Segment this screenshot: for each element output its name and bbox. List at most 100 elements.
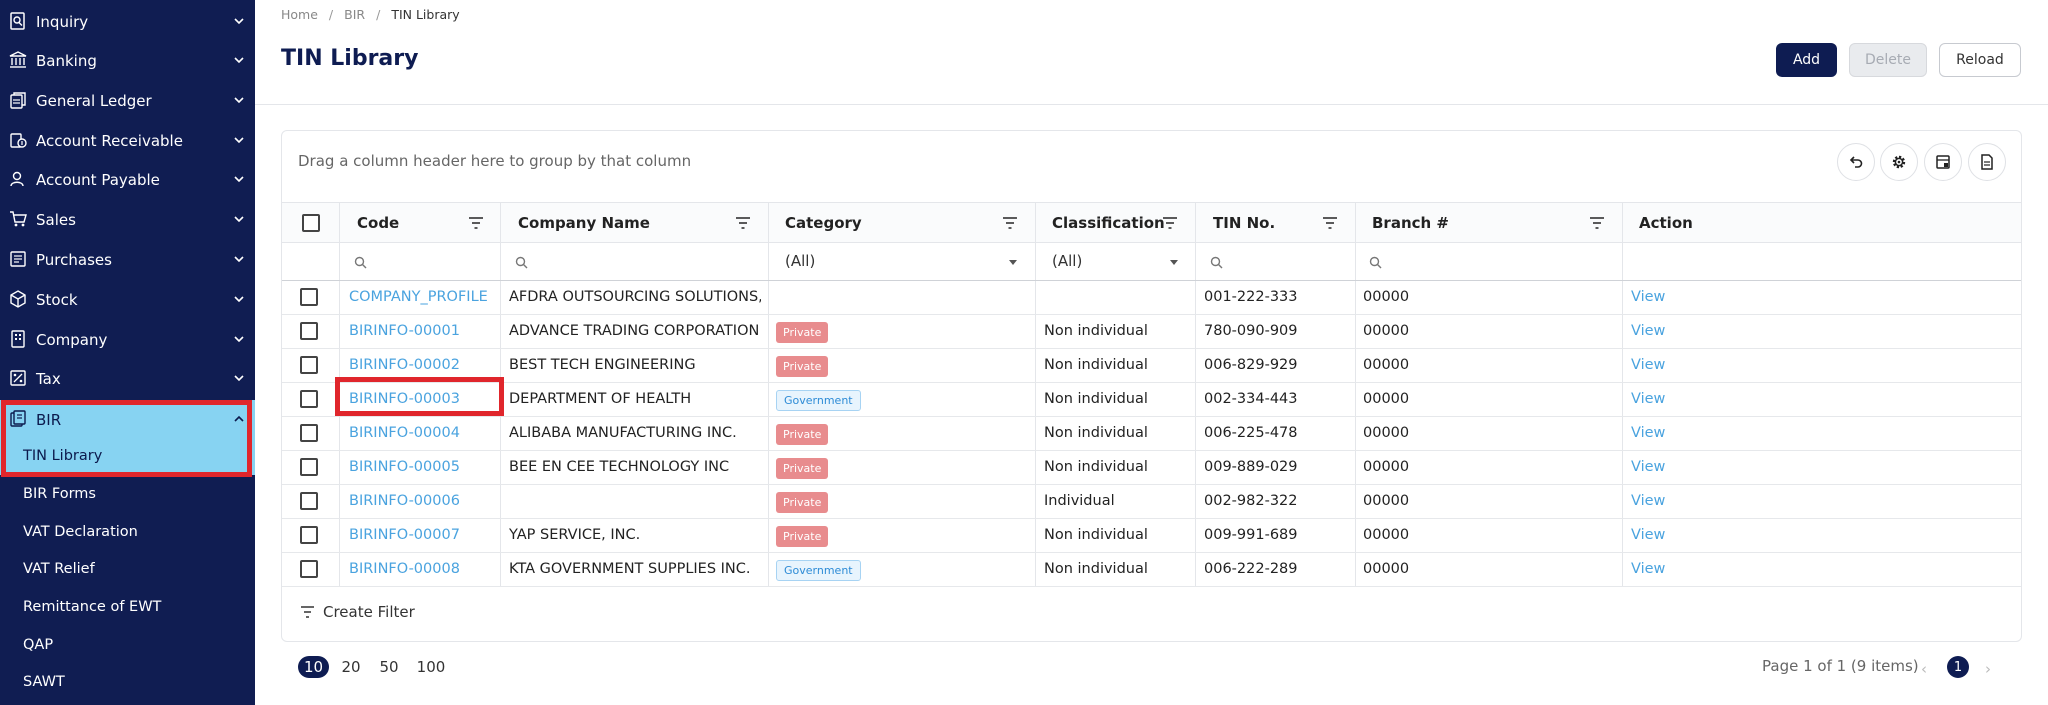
code-link[interactable]: BIRINFO-00008	[349, 561, 460, 577]
sidebar-item-company[interactable]: Company	[0, 320, 255, 359]
code-link[interactable]: BIRINFO-00003	[349, 391, 460, 407]
dropdown-arrow-icon[interactable]	[1009, 260, 1017, 265]
prev-page-button[interactable]: ‹	[1921, 660, 1927, 678]
table-row[interactable]: BIRINFO-00007 YAP SERVICE, INC. Private Non…	[282, 519, 2021, 553]
view-link[interactable]: View	[1631, 391, 1665, 407]
sidebar-item-sales[interactable]: Sales	[0, 200, 255, 239]
column-chooser-button[interactable]	[1924, 143, 1962, 181]
dropdown-arrow-icon[interactable]	[1170, 260, 1178, 265]
sidebar-item-account-payable[interactable]: Account Payable	[0, 160, 255, 199]
table-row[interactable]: BIRINFO-00006 Private Individual 002-982-32…	[282, 485, 2021, 519]
row-checkbox[interactable]	[300, 458, 318, 476]
page-size-50[interactable]: 50	[378, 656, 400, 678]
select-all-checkbox[interactable]	[302, 214, 320, 232]
code-link[interactable]: BIRINFO-00004	[349, 425, 460, 441]
filter-icon[interactable]	[1323, 217, 1337, 229]
sidebar-item-bir[interactable]: BIR	[0, 400, 255, 439]
classification-filter-select[interactable]: (All)	[1052, 252, 1082, 270]
view-link[interactable]: View	[1631, 459, 1665, 475]
code-link[interactable]: BIRINFO-00001	[349, 323, 460, 339]
current-page-button[interactable]: 1	[1947, 656, 1969, 678]
filter-icon[interactable]	[469, 217, 483, 229]
breadcrumb-home[interactable]: Home	[281, 7, 318, 22]
column-header-code[interactable]: Code	[357, 214, 399, 232]
company-name-cell: AFDRA OUTSOURCING SOLUTIONS, I...	[509, 289, 761, 305]
view-link[interactable]: View	[1631, 561, 1665, 577]
column-header-classification[interactable]: Classification	[1052, 214, 1165, 232]
column-header-category[interactable]: Category	[785, 214, 862, 232]
page-size-10[interactable]: 10	[298, 656, 329, 678]
grid-header-row: Code Company Name Category Classificatio…	[282, 202, 2021, 243]
view-link[interactable]: View	[1631, 357, 1665, 373]
company-name-cell: BEE EN CEE TECHNOLOGY INC	[509, 459, 730, 475]
search-icon[interactable]	[1210, 256, 1223, 269]
code-link[interactable]: BIRINFO-00002	[349, 357, 460, 373]
view-link[interactable]: View	[1631, 289, 1665, 305]
undo-button[interactable]	[1837, 143, 1875, 181]
sidebar-item-general-ledger[interactable]: General Ledger	[0, 81, 255, 120]
settings-button[interactable]	[1880, 143, 1918, 181]
add-button[interactable]: Add	[1776, 43, 1837, 77]
table-row[interactable]: BIRINFO-00008 KTA GOVERNMENT SUPPLIES INC…	[282, 553, 2021, 587]
search-icon[interactable]	[515, 256, 528, 269]
filter-icon[interactable]	[1590, 217, 1604, 229]
sidebar-subitem-sawt[interactable]: SAWT	[0, 665, 255, 701]
row-checkbox[interactable]	[300, 424, 318, 442]
sidebar-item-banking[interactable]: Banking	[0, 41, 255, 80]
view-link[interactable]: View	[1631, 323, 1665, 339]
table-row[interactable]: BIRINFO-00005 BEE EN CEE TECHNOLOGY INC Pr…	[282, 451, 2021, 485]
search-icon[interactable]	[354, 256, 367, 269]
code-link[interactable]: COMPANY_PROFILE	[349, 289, 488, 305]
next-page-button[interactable]: ›	[1985, 660, 1991, 678]
page-size-20[interactable]: 20	[340, 656, 362, 678]
table-row[interactable]: COMPANY_PROFILE AFDRA OUTSOURCING SOLUTIO…	[282, 281, 2021, 315]
sidebar-item-tax[interactable]: Tax	[0, 359, 255, 398]
sidebar-item-inquiry[interactable]: Inquiry	[0, 2, 255, 41]
sidebar-subitem-label: SAWT	[23, 674, 65, 690]
column-header-branch[interactable]: Branch #	[1372, 214, 1449, 232]
page-size-100[interactable]: 100	[416, 656, 446, 678]
row-checkbox[interactable]	[300, 356, 318, 374]
code-link[interactable]: BIRINFO-00005	[349, 459, 460, 475]
code-link[interactable]: BIRINFO-00006	[349, 493, 460, 509]
breadcrumb: Home / BIR / TIN Library	[281, 7, 460, 22]
column-header-company-name[interactable]: Company Name	[518, 214, 650, 232]
sidebar-subitem-qap[interactable]: QAP	[0, 628, 255, 664]
sidebar-subitem-tin-library[interactable]: TIN Library	[0, 439, 255, 475]
export-button[interactable]	[1968, 143, 2006, 181]
undo-icon	[1849, 156, 1863, 168]
category-filter-select[interactable]: (All)	[785, 252, 815, 270]
row-checkbox[interactable]	[300, 492, 318, 510]
row-checkbox[interactable]	[300, 526, 318, 544]
sidebar-subitem-vat-declaration[interactable]: VAT Declaration	[0, 515, 255, 551]
table-row[interactable]: BIRINFO-00002 BEST TECH ENGINEERING Privat…	[282, 349, 2021, 383]
reload-button[interactable]: Reload	[1939, 43, 2021, 77]
row-checkbox[interactable]	[300, 390, 318, 408]
row-checkbox[interactable]	[300, 560, 318, 578]
tin-cell: 780-090-909	[1204, 323, 1298, 339]
column-header-tin-no[interactable]: TIN No.	[1213, 214, 1275, 232]
sidebar-subitem-bir-forms[interactable]: BIR Forms	[0, 477, 255, 513]
sidebar-item-purchases[interactable]: Purchases	[0, 240, 255, 279]
sidebar-item-stock[interactable]: Stock	[0, 280, 255, 319]
search-icon[interactable]	[1369, 256, 1382, 269]
sidebar-subitem-remittance-of-ewt[interactable]: Remittance of EWT	[0, 590, 255, 626]
sidebar-item-account-receivable[interactable]: Account Receivable	[0, 121, 255, 160]
table-row[interactable]: BIRINFO-00001 ADVANCE TRADING CORPORATION…	[282, 315, 2021, 349]
view-link[interactable]: View	[1631, 493, 1665, 509]
table-row[interactable]: BIRINFO-00003 DEPARTMENT OF HEALTH Governm…	[282, 383, 2021, 417]
filter-icon[interactable]	[1163, 217, 1177, 229]
code-link[interactable]: BIRINFO-00007	[349, 527, 460, 543]
create-filter-button[interactable]: Create Filter	[301, 603, 415, 621]
filter-icon[interactable]	[736, 217, 750, 229]
view-link[interactable]: View	[1631, 527, 1665, 543]
breadcrumb-section[interactable]: BIR	[344, 7, 365, 22]
view-link[interactable]: View	[1631, 425, 1665, 441]
row-checkbox[interactable]	[300, 322, 318, 340]
row-checkbox[interactable]	[300, 288, 318, 306]
table-row[interactable]: BIRINFO-00004 ALIBABA MANUFACTURING INC. P…	[282, 417, 2021, 451]
category-badge: Private	[776, 526, 829, 547]
sidebar-subitem-vat-relief[interactable]: VAT Relief	[0, 552, 255, 588]
delete-button[interactable]: Delete	[1849, 43, 1927, 77]
filter-icon[interactable]	[1003, 217, 1017, 229]
